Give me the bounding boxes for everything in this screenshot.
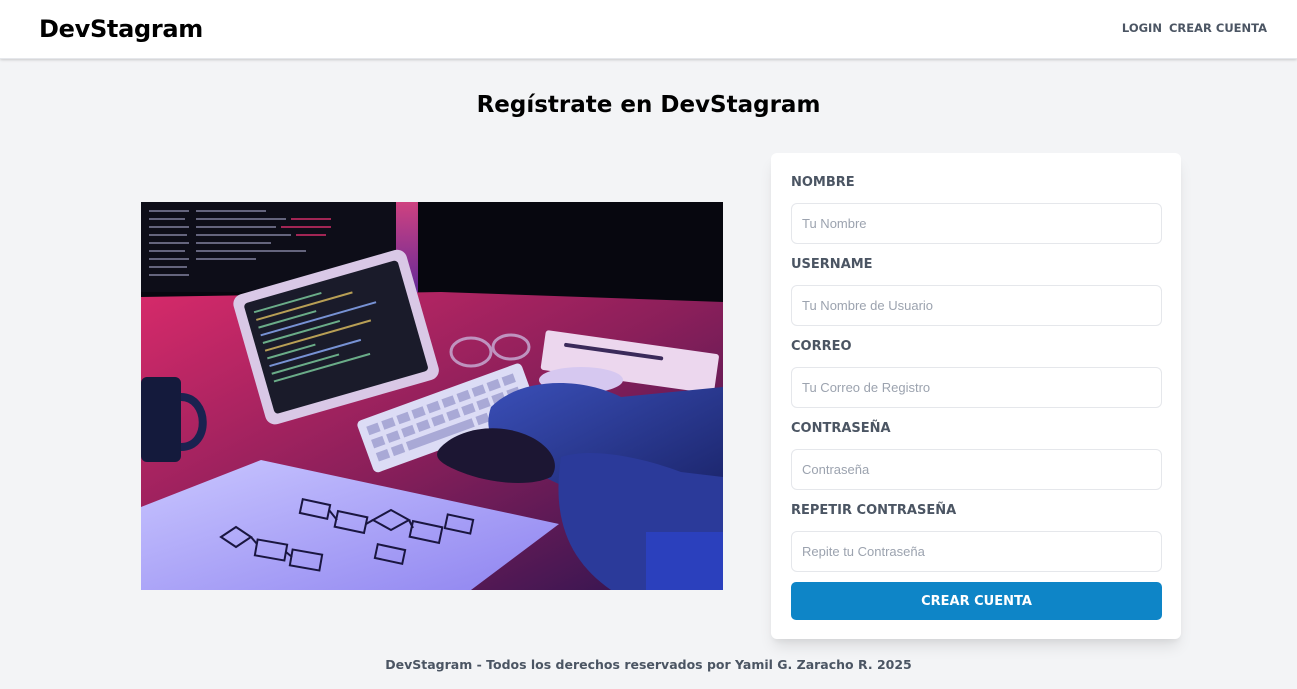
site-logo[interactable]: DevStagram: [39, 15, 203, 43]
email-input[interactable]: [791, 367, 1162, 408]
nombre-label: NOMBRE: [791, 175, 855, 190]
field-password-confirm: REPETIR CONTRASEÑA: [791, 503, 1162, 572]
password-confirm-input[interactable]: [791, 531, 1162, 572]
field-username: USERNAME: [791, 257, 1162, 326]
top-nav: LOGIN CREAR CUENTA: [1122, 21, 1267, 35]
nombre-input[interactable]: [791, 203, 1162, 244]
password-confirm-label: REPETIR CONTRASEÑA: [791, 503, 957, 518]
site-header: DevStagram LOGIN CREAR CUENTA: [0, 0, 1297, 59]
password-label: CONTRASEÑA: [791, 421, 891, 436]
correo-label: CORREO: [791, 339, 852, 354]
field-correo: CORREO: [791, 339, 1162, 408]
site-footer: DevStagram - Todos los derechos reservad…: [385, 657, 912, 672]
create-account-button[interactable]: CREAR CUENTA: [791, 582, 1162, 620]
password-input[interactable]: [791, 449, 1162, 490]
nav-login-link[interactable]: LOGIN: [1122, 21, 1162, 35]
register-form: NOMBRE USERNAME CORREO CONTRASEÑA REPETI…: [771, 153, 1181, 639]
page-title: Regístrate en DevStagram: [476, 92, 821, 118]
username-input[interactable]: [791, 285, 1162, 326]
hero-image: [141, 202, 723, 590]
field-nombre: NOMBRE: [791, 175, 1162, 244]
username-label: USERNAME: [791, 257, 873, 272]
developer-desk-illustration: [141, 202, 723, 590]
field-password: CONTRASEÑA: [791, 421, 1162, 490]
nav-register-link[interactable]: CREAR CUENTA: [1169, 21, 1267, 35]
